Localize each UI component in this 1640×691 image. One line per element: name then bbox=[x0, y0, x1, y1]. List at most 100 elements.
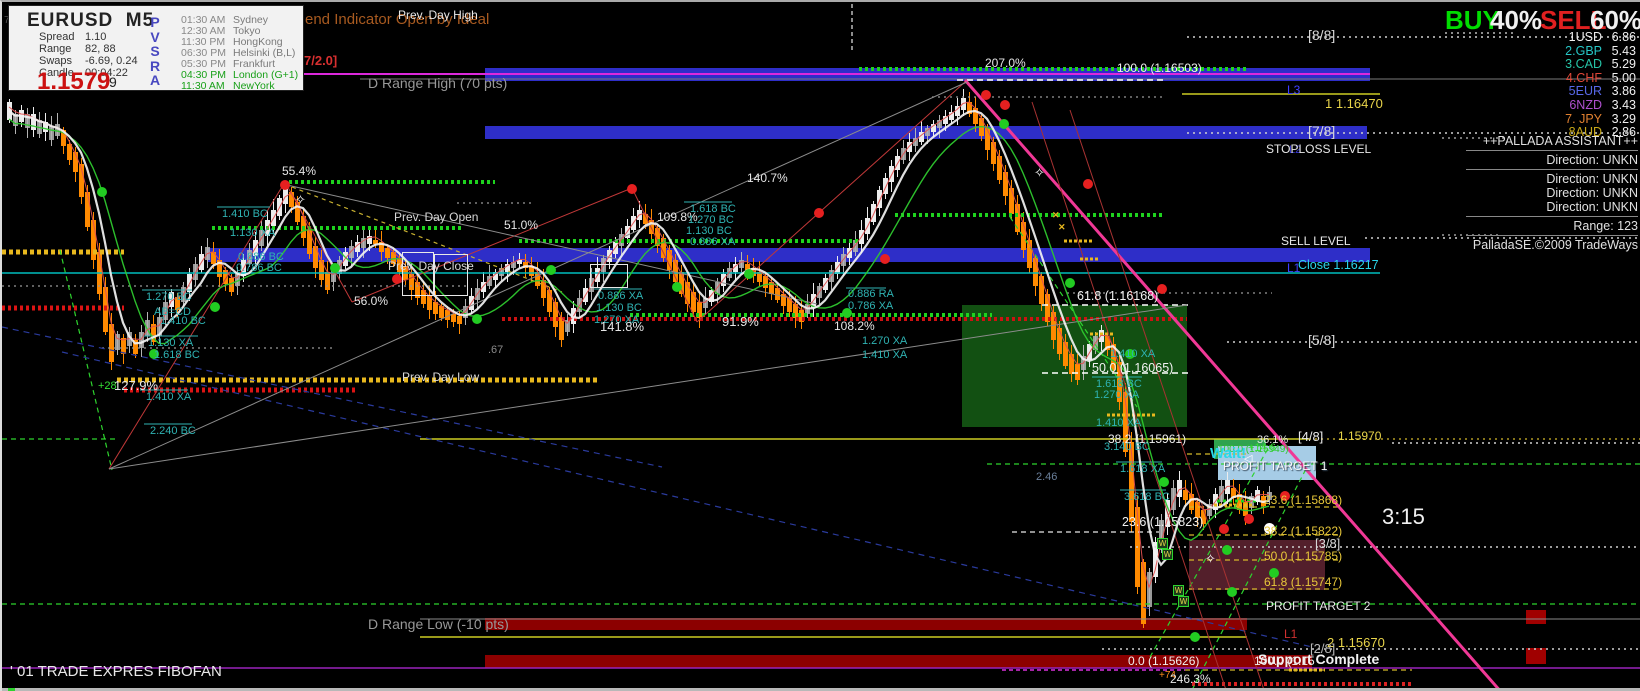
chart-label: 1.410 BC bbox=[160, 315, 206, 327]
divider bbox=[1466, 169, 1638, 170]
indicator-lines-layer bbox=[2, 4, 1640, 691]
assistant-direction: Direction: UNKN bbox=[1546, 186, 1638, 200]
chart-label: 2.46 bbox=[1036, 471, 1058, 483]
divider bbox=[1466, 216, 1638, 217]
chart-label: 61.8 (1.16168) bbox=[1077, 289, 1159, 303]
session-row: 05:30 PM Frankfurt bbox=[181, 58, 276, 70]
chart-label: [8/8] bbox=[1308, 27, 1336, 43]
chart-label: D Range High (70 pts) bbox=[368, 75, 508, 91]
pvsra-label: PVSRA bbox=[150, 14, 161, 89]
chart-label: SELL LEVEL bbox=[1281, 234, 1351, 248]
x-mark-icon: ✕ bbox=[1052, 210, 1060, 220]
w-signal-icon: W bbox=[1162, 549, 1173, 560]
x-mark-icon: ✕ bbox=[1058, 222, 1066, 232]
chart-label: 0.886 RA bbox=[848, 288, 894, 300]
w-signal-icon: W bbox=[1157, 538, 1168, 549]
strength-row: 6NZD 3.43 bbox=[1569, 97, 1636, 112]
chart-label: PROFIT TARGET 1 bbox=[1223, 459, 1328, 473]
w-signal-icon: W bbox=[1173, 585, 1184, 596]
chart-label: [4/8] bbox=[1298, 429, 1324, 444]
chart-label: 246.3% bbox=[1170, 672, 1211, 686]
chart-label: L3 bbox=[1287, 83, 1301, 97]
chart-label: 1.270 BC bbox=[146, 291, 192, 303]
chart-label: 0.786 XA bbox=[848, 300, 894, 312]
symbol-title: EURUSD M5 bbox=[27, 10, 155, 31]
stat-row: Spread 1.10 bbox=[39, 31, 107, 43]
w-signal-icon: W bbox=[1178, 596, 1189, 607]
chart-label: STOPLOSS LEVEL bbox=[1266, 142, 1372, 156]
chart-label: 1.618 XA bbox=[1120, 463, 1166, 475]
chart-label: 1.410 BC bbox=[222, 208, 268, 220]
chart-label: 0.786 BC bbox=[236, 262, 282, 274]
assistant-range: Range: 123 bbox=[1573, 219, 1638, 233]
chart-label: Prev. Day Low bbox=[402, 370, 480, 384]
strength-row: 5EUR 3.86 bbox=[1568, 84, 1636, 99]
session-row: 06:30 PM Helsinki (B,L) bbox=[181, 47, 296, 59]
chart-label: 50.0 (1.15785) bbox=[1264, 549, 1343, 563]
chart-label: 2 1.15670 bbox=[1327, 635, 1385, 650]
chart-label: 0.0 (1.15626) bbox=[1128, 654, 1200, 668]
assistant-direction: Direction: UNKN bbox=[1546, 200, 1638, 214]
chart-label: 1.270 XA bbox=[1094, 389, 1140, 401]
cursor-diamond-icon: ✧ bbox=[1205, 551, 1216, 566]
session-row: 01:30 AM Sydney bbox=[181, 14, 269, 26]
strength-row: 1USD 6.86 bbox=[1568, 30, 1636, 44]
cursor-diamond-icon: ✧ bbox=[1034, 165, 1045, 180]
chart-label: 1.410 XA bbox=[146, 391, 192, 403]
chart-label: 140.7% bbox=[747, 171, 788, 185]
chart-label: 1 1.16470 bbox=[1325, 96, 1383, 111]
session-row: 11:30 PM HongKong bbox=[181, 36, 283, 48]
assistant-copyright: PalladaSE.©2009 TradeWays bbox=[1472, 238, 1638, 252]
chart-label: 55.4% bbox=[282, 164, 317, 178]
assistant-directions: Direction: UNKN Direction: UNKN Direction:… bbox=[1466, 172, 1638, 214]
chart-label: 1.410 XA bbox=[1110, 348, 1156, 360]
chart-label: Prev. Day High bbox=[398, 8, 478, 22]
assistant-title: ++PALLADA ASSISTANT++ bbox=[1482, 134, 1638, 148]
pattern-box bbox=[590, 264, 628, 288]
chart-label: 23.6 (1.15868) bbox=[1264, 493, 1343, 507]
chart-label: 108.2% bbox=[834, 319, 875, 333]
chart-label: 7/2.0] bbox=[304, 53, 338, 68]
session-row: 12:30 AM Tokyo bbox=[181, 25, 261, 37]
chart-label: 1.410 XA bbox=[1096, 417, 1142, 429]
chart-label: 1.270 XA bbox=[862, 335, 908, 347]
chart-label: 0.886 XA bbox=[690, 236, 736, 248]
session-row: 04:30 PM London (G+1) bbox=[181, 69, 299, 81]
session-row: 11:30 AM NewYork bbox=[181, 80, 275, 92]
chart-label: 91.9% bbox=[722, 314, 759, 329]
chart-label: 61.8 (1.15747) bbox=[1264, 575, 1343, 589]
chart-label: [7/8] bbox=[1308, 123, 1336, 139]
chart-label: 23.6 (1.15823) bbox=[1122, 515, 1204, 529]
chart-label: Prev. Day Close bbox=[388, 259, 474, 273]
strength-row: 3.CAD 5.29 bbox=[1565, 57, 1636, 72]
chart-label: Support Complete bbox=[1258, 651, 1380, 667]
stat-row: Swaps -6.69, 0.24 bbox=[39, 55, 138, 67]
buy-percent: 40% bbox=[1490, 5, 1543, 35]
chart-label: L1 bbox=[1284, 627, 1298, 641]
chart-label: 100.0 (1.16503) bbox=[1117, 61, 1202, 75]
chart-label: 1.130 BC bbox=[596, 302, 642, 314]
symbol-info-panel: EURUSD M5 Spread 1.10 Range 82, 88 Swaps -6.6… bbox=[8, 5, 304, 95]
chart-label: 2.240 BC bbox=[150, 425, 196, 437]
chart-canvas[interactable]: W W W W ✧ ✧ ✧ ◁ ✕ ✕ end Indicator Open by Ideal Pr… bbox=[0, 0, 1640, 691]
chart-label: 1.618 BC bbox=[154, 349, 200, 361]
chart-label: ' 01 TRADE EXPRES FIBOFAN bbox=[10, 663, 222, 680]
price-pipette: 9 bbox=[109, 74, 117, 90]
chart-label: D Range Low (-10 pts) bbox=[368, 616, 509, 632]
chart-label: 56.0% bbox=[354, 294, 389, 308]
strength-row: 7. JPY 3.29 bbox=[1565, 111, 1636, 126]
strength-row: 4.CHF 5.00 bbox=[1565, 70, 1636, 85]
pallada-assistant-panel: ++PALLADA ASSISTANT++ Direction: UNKN Di… bbox=[1466, 134, 1638, 252]
chart-label: 0.886 XA bbox=[598, 290, 644, 302]
chart-label: .67 bbox=[488, 344, 504, 356]
assistant-direction: Direction: UNKN bbox=[1546, 153, 1638, 167]
chart-label: 1.15970 bbox=[1338, 429, 1382, 443]
chart-label: 141.8% bbox=[600, 319, 645, 334]
chart-label: 3.618 BC bbox=[1124, 491, 1170, 503]
current-price: 1.1579 bbox=[37, 68, 111, 95]
strength-row: 2.GBP 5.43 bbox=[1565, 43, 1636, 58]
currency-strength-meter: 1USD 6.86 2.GBP 5.43 3.CAD 5.29 4.CHF 5.00 5EUR 3… bbox=[1565, 30, 1636, 140]
chart-label: 3.140 BC bbox=[1104, 441, 1150, 453]
chart-label: 1.410 XA bbox=[862, 349, 908, 361]
chart-label: 50.0 (1.16065) bbox=[1092, 361, 1174, 375]
